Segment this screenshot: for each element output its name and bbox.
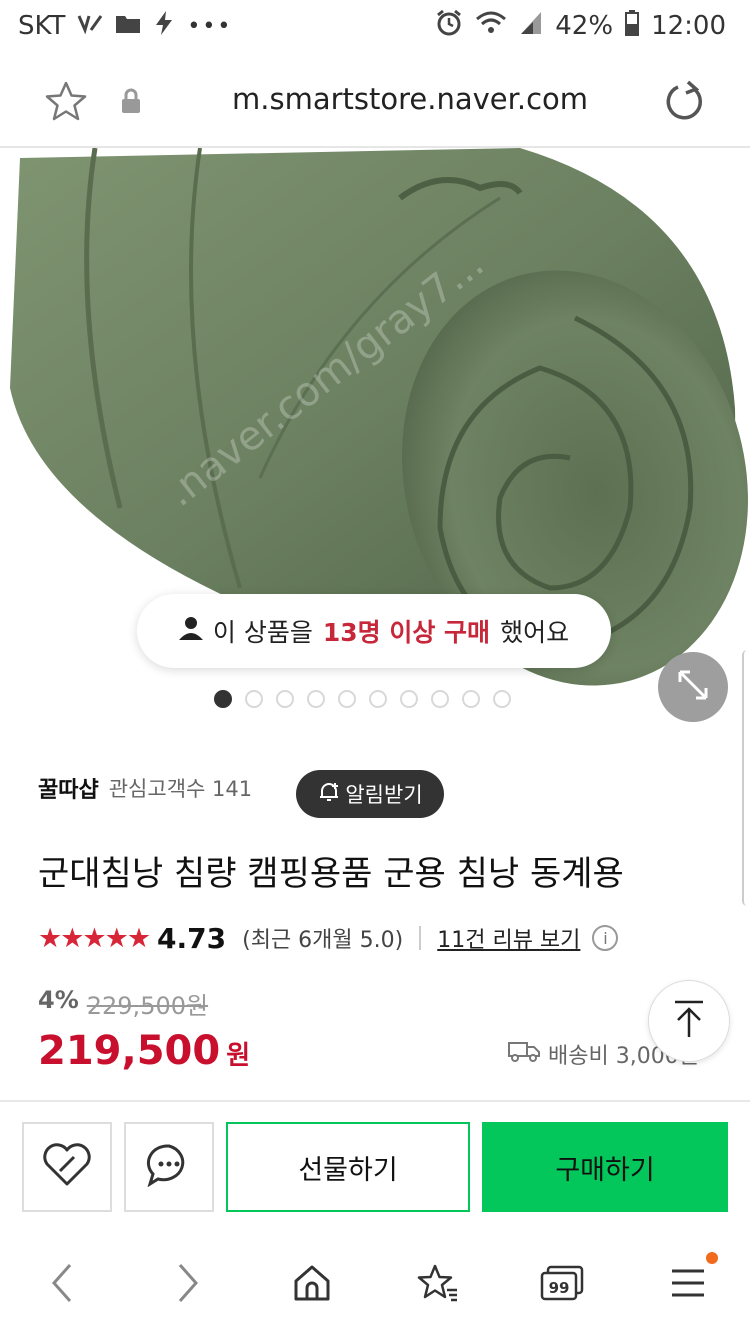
notify-label: 알림받기 <box>345 783 423 807</box>
carousel-indicator <box>214 690 511 708</box>
wifi-icon <box>475 10 507 43</box>
home-button[interactable] <box>284 1262 340 1308</box>
notice-suffix: 했어요 <box>500 618 570 647</box>
gift-button[interactable]: 선물하기 <box>226 1122 470 1212</box>
scroll-to-top-button[interactable] <box>648 980 730 1062</box>
original-price: 229,500원 <box>86 992 209 1020</box>
divider <box>419 926 422 950</box>
heart-icon <box>42 1143 92 1191</box>
tabs-icon: 99 <box>540 1265 584 1305</box>
subscriber-count: 관심고객수 141 <box>108 777 253 801</box>
chat-bubble-icon <box>146 1143 192 1191</box>
user-icon <box>178 616 203 646</box>
hamburger-icon <box>670 1267 706 1303</box>
forward-button[interactable] <box>160 1262 216 1308</box>
carousel-dot[interactable] <box>369 690 387 708</box>
notice-highlight: 13명 이상 구매 <box>322 618 491 647</box>
battery-icon <box>625 9 640 43</box>
data-saver-icon <box>77 11 103 41</box>
url-text[interactable]: m.smartstore.naver.com <box>232 82 588 116</box>
carousel-dot[interactable] <box>462 690 480 708</box>
talk-button[interactable] <box>124 1122 214 1212</box>
carrier-label: SKT <box>18 11 66 41</box>
rating-row: ★★★★★ 4.73 (최근 6개월 5.0) 11건 리뷰 보기 i <box>38 918 619 958</box>
svg-text:99: 99 <box>549 1279 570 1297</box>
menu-button[interactable] <box>660 1262 716 1308</box>
sale-price: 219,500 원 <box>38 1028 250 1074</box>
browser-bottom-nav: 99 <box>0 1232 750 1333</box>
browser-address-bar: m.smartstore.naver.com <box>0 52 750 148</box>
discount-rate: 4% <box>38 986 79 1014</box>
more-notifications-icon: ••• <box>187 13 233 39</box>
lock-icon <box>120 88 142 118</box>
home-icon <box>293 1264 331 1306</box>
expand-arrows-icon <box>676 668 710 706</box>
rating-value: 4.73 <box>157 921 227 955</box>
star-rating-icon: ★★★★★ <box>38 922 151 954</box>
alarm-icon <box>435 9 463 44</box>
carousel-dot[interactable] <box>307 690 325 708</box>
store-name[interactable]: 꿀따샵 <box>38 772 99 804</box>
price-currency: 원 <box>226 1041 251 1071</box>
carousel-dot[interactable] <box>400 690 418 708</box>
page-scrollbar[interactable] <box>742 650 750 906</box>
buy-button[interactable]: 구매하기 <box>482 1122 728 1212</box>
reload-icon[interactable] <box>664 80 704 126</box>
time-label: 12:00 <box>651 11 726 41</box>
store-info: 꿀따샵 관심고객수 141 <box>38 772 252 804</box>
reviews-link[interactable]: 11건 리뷰 보기 <box>437 922 580 954</box>
carousel-dot[interactable] <box>276 690 294 708</box>
chevron-left-icon <box>50 1263 74 1307</box>
tabs-button[interactable]: 99 <box>534 1262 590 1308</box>
back-button[interactable] <box>34 1262 90 1308</box>
status-bar: SKT ••• 42% 12:00 <box>0 0 750 52</box>
folder-icon <box>115 11 141 41</box>
battery-label: 42% <box>555 11 614 41</box>
status-right: 42% 12:00 <box>435 9 726 44</box>
notice-prefix: 이 상품을 <box>212 618 313 647</box>
info-icon[interactable]: i <box>592 925 619 951</box>
signal-icon <box>519 10 543 43</box>
arrow-up-icon <box>672 999 706 1043</box>
notify-button[interactable]: 알림받기 <box>296 770 444 818</box>
carousel-dot[interactable] <box>245 690 263 708</box>
bookmarks-button[interactable] <box>410 1262 466 1308</box>
wishlist-button[interactable] <box>22 1122 112 1212</box>
purchase-action-bar: 선물하기 구매하기 <box>0 1100 750 1234</box>
star-list-icon <box>417 1264 459 1306</box>
discount-row: 4% 229,500원 <box>38 986 208 1021</box>
expand-image-button[interactable] <box>658 652 728 722</box>
carousel-dot[interactable] <box>338 690 356 708</box>
purchase-count-notice: 이 상품을 13명 이상 구매 했어요 <box>137 594 611 668</box>
chevron-right-icon <box>176 1263 200 1307</box>
recent-rating: (최근 6개월 5.0) <box>242 928 404 953</box>
carousel-dot[interactable] <box>431 690 449 708</box>
bookmark-star-icon[interactable] <box>44 80 88 126</box>
notification-badge <box>706 1252 718 1264</box>
price-value: 219,500 <box>38 1028 221 1074</box>
lightning-icon <box>153 10 175 43</box>
carousel-dot[interactable] <box>493 690 511 708</box>
bell-plus-icon <box>317 780 341 809</box>
delivery-truck-icon <box>508 1039 540 1069</box>
carousel-dot[interactable] <box>214 690 232 708</box>
status-left: SKT ••• <box>18 10 232 43</box>
product-title: 군대침낭 침량 캠핑용품 군용 침낭 동계용 <box>38 854 624 894</box>
